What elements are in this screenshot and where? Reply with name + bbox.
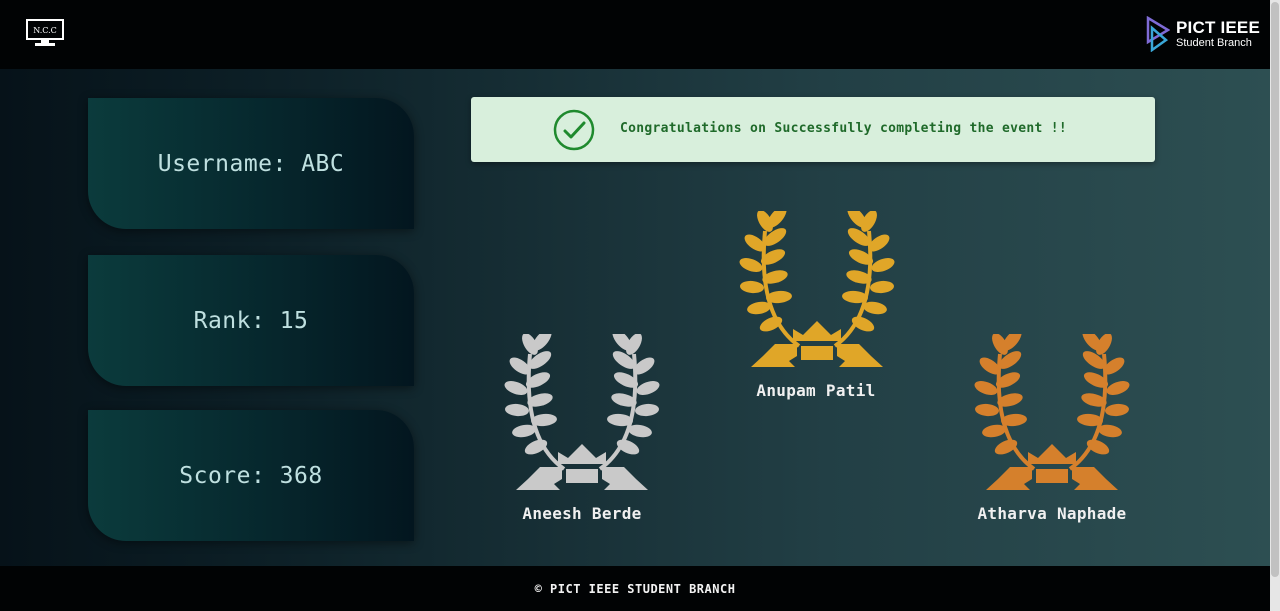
success-message: Congratulations on Successfully completi… <box>620 121 1067 136</box>
username-card: Username: ABC <box>88 98 414 229</box>
svg-text:N.C.C: N.C.C <box>33 26 57 35</box>
brand-title: PICT IEEE <box>1176 18 1260 37</box>
top-navbar: N.C.C PICT IEEE Student Branch <box>0 0 1280 69</box>
bronze-laurel-icon <box>972 334 1132 494</box>
success-banner: Congratulations on Successfully completi… <box>471 97 1155 162</box>
page-scrollbar[interactable] <box>1270 0 1280 611</box>
results-panel: Username: ABC Rank: 15 Score: 368 Congra… <box>0 69 1270 566</box>
footer: © PICT IEEE STUDENT BRANCH <box>0 566 1270 611</box>
scrollbar-thumb[interactable] <box>1271 2 1279 577</box>
rank-card: Rank: 15 <box>88 255 414 386</box>
second-place-name: Aneesh Berde <box>522 504 642 523</box>
footer-copyright: © PICT IEEE STUDENT BRANCH <box>534 581 736 596</box>
check-circle-icon <box>553 109 595 151</box>
ncc-monitor-logo-icon[interactable]: N.C.C <box>26 19 64 47</box>
gold-laurel-icon <box>737 211 897 371</box>
third-place-name: Atharva Naphade <box>977 504 1127 523</box>
ieee-triangle-icon <box>1146 16 1170 52</box>
score-card: Score: 368 <box>88 410 414 541</box>
pict-ieee-logo[interactable]: PICT IEEE Student Branch <box>1146 14 1260 54</box>
brand-subtitle: Student Branch <box>1176 37 1252 49</box>
first-place-name: Anupam Patil <box>756 381 876 400</box>
silver-laurel-icon <box>502 334 662 494</box>
